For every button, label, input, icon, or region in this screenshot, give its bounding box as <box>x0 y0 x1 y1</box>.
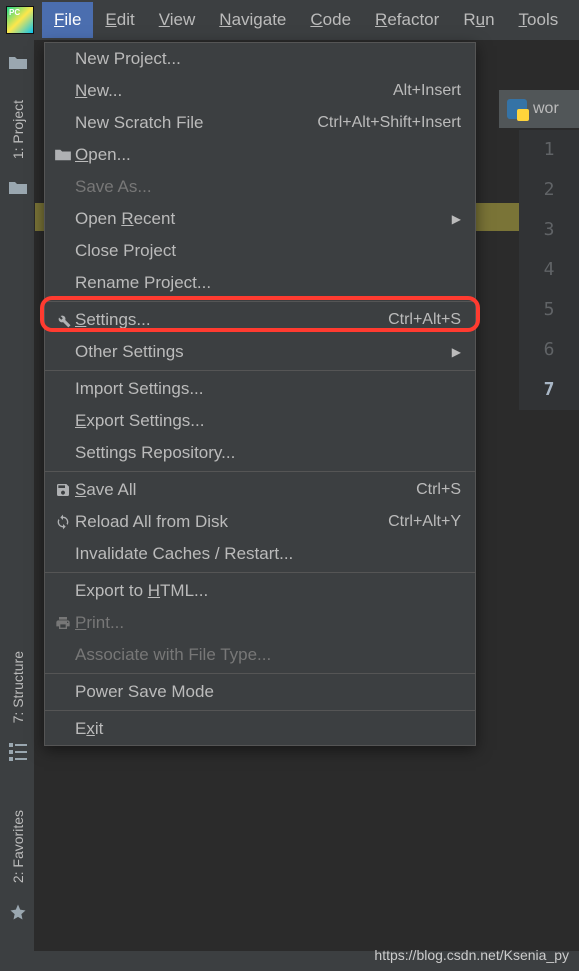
line-number: 7 <box>519 370 579 410</box>
menu-item[interactable]: Open Recent▶ <box>45 203 475 235</box>
menu-item-label: Exit <box>75 719 461 739</box>
menu-item: Print... <box>45 607 475 639</box>
editor-tab[interactable]: wor <box>499 90 579 128</box>
menu-file[interactable]: File <box>42 2 93 38</box>
menu-run[interactable]: Run <box>451 2 506 38</box>
reload-icon <box>51 514 75 530</box>
menu-item-label: Settings... <box>75 310 388 330</box>
structure-tool-button[interactable]: 7: Structure <box>10 651 26 723</box>
menu-item-label: Power Save Mode <box>75 682 461 702</box>
file-menu-dropdown: New Project...New...Alt+InsertNew Scratc… <box>44 42 476 746</box>
menu-item-shortcut: Ctrl+Alt+Y <box>388 513 461 531</box>
menu-refactor[interactable]: Refactor <box>363 2 451 38</box>
menu-item[interactable]: Export to HTML... <box>45 575 475 607</box>
menu-item-label: Rename Project... <box>75 273 461 293</box>
menu-item-label: Open Recent <box>75 209 452 229</box>
menu-item[interactable]: Settings...Ctrl+Alt+S <box>45 304 475 336</box>
menu-separator <box>45 572 475 573</box>
menu-item-label: Save All <box>75 480 416 500</box>
folder-icon <box>5 52 31 74</box>
line-number: 2 <box>519 170 579 210</box>
menu-item[interactable]: New Project... <box>45 43 475 75</box>
menu-separator <box>45 370 475 371</box>
menu-tools[interactable]: Tools <box>507 2 571 38</box>
menu-item[interactable]: Settings Repository... <box>45 437 475 469</box>
menu-item[interactable]: New Scratch FileCtrl+Alt+Shift+Insert <box>45 107 475 139</box>
line-number: 6 <box>519 330 579 370</box>
menu-item: Associate with File Type... <box>45 639 475 671</box>
menu-navigate[interactable]: Navigate <box>207 2 298 38</box>
watermark: https://blog.csdn.net/Ksenia_py <box>374 947 569 963</box>
menu-item[interactable]: Rename Project... <box>45 267 475 299</box>
menu-item-shortcut: Alt+Insert <box>393 82 461 100</box>
menu-edit[interactable]: Edit <box>93 2 146 38</box>
menu-separator <box>45 301 475 302</box>
menu-item[interactable]: Open... <box>45 139 475 171</box>
left-tool-rail: 1: Project 7: Structure 2: Favorites <box>0 40 35 951</box>
menu-item[interactable]: New...Alt+Insert <box>45 75 475 107</box>
menu-view[interactable]: View <box>147 2 208 38</box>
menu-item-label: Print... <box>75 613 461 633</box>
line-number: 5 <box>519 290 579 330</box>
menu-item-shortcut: Ctrl+S <box>416 481 461 499</box>
print-icon <box>51 615 75 631</box>
menu-item-label: Export Settings... <box>75 411 461 431</box>
menu-item-shortcut: Ctrl+Alt+Shift+Insert <box>317 114 461 132</box>
chevron-right-icon: ▶ <box>452 212 461 226</box>
menu-item[interactable]: Import Settings... <box>45 373 475 405</box>
menu-item: Save As... <box>45 171 475 203</box>
line-gutter: 1 2 3 4 5 6 7 <box>519 130 579 410</box>
menu-item-label: Reload All from Disk <box>75 512 388 532</box>
menu-item[interactable]: Invalidate Caches / Restart... <box>45 538 475 570</box>
menu-item-label: Close Project <box>75 241 461 261</box>
menu-item[interactable]: Exit <box>45 713 475 745</box>
menu-item-shortcut: Ctrl+Alt+S <box>388 311 461 329</box>
menubar: File Edit View Navigate Code Refactor Ru… <box>0 0 579 40</box>
menu-item[interactable]: Save AllCtrl+S <box>45 474 475 506</box>
menu-separator <box>45 673 475 674</box>
line-number: 4 <box>519 250 579 290</box>
folder-icon <box>51 148 75 162</box>
menu-code[interactable]: Code <box>298 2 363 38</box>
menu-item-label: Export to HTML... <box>75 581 461 601</box>
menu-item[interactable]: Close Project <box>45 235 475 267</box>
menu-item[interactable]: Reload All from DiskCtrl+Alt+Y <box>45 506 475 538</box>
python-file-icon <box>507 99 527 119</box>
menu-item-label: Other Settings <box>75 342 452 362</box>
favorites-tool-button[interactable]: 2: Favorites <box>10 810 26 883</box>
folder-icon <box>5 177 31 199</box>
menu-separator <box>45 471 475 472</box>
menu-item-label: Import Settings... <box>75 379 461 399</box>
line-number: 3 <box>519 210 579 250</box>
menu-separator <box>45 710 475 711</box>
menu-item-label: Open... <box>75 145 461 165</box>
menu-item-label: Settings Repository... <box>75 443 461 463</box>
menu-item[interactable]: Other Settings▶ <box>45 336 475 368</box>
structure-icon <box>5 741 31 763</box>
star-icon <box>5 901 31 923</box>
menu-item-label: New... <box>75 81 393 101</box>
line-number: 1 <box>519 130 579 170</box>
wrench-icon <box>51 311 75 329</box>
app-logo-icon <box>6 6 34 34</box>
save-icon <box>51 482 75 498</box>
menu-item-label: New Project... <box>75 49 461 69</box>
menu-item[interactable]: Power Save Mode <box>45 676 475 708</box>
menu-item-label: New Scratch File <box>75 113 317 133</box>
menu-item-label: Invalidate Caches / Restart... <box>75 544 461 564</box>
editor-tab-label: wor <box>533 100 559 118</box>
chevron-right-icon: ▶ <box>452 345 461 359</box>
menu-item-label: Associate with File Type... <box>75 645 461 665</box>
menu-item[interactable]: Export Settings... <box>45 405 475 437</box>
project-tool-button[interactable]: 1: Project <box>10 100 26 159</box>
menu-item-label: Save As... <box>75 177 461 197</box>
